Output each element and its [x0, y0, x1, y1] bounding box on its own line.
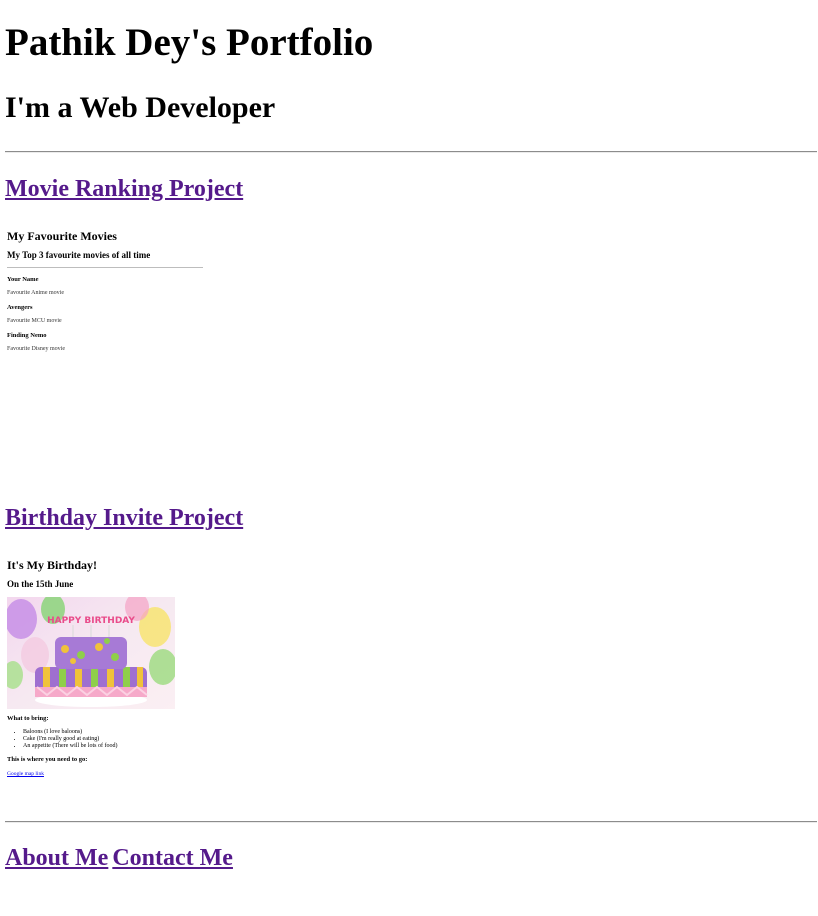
movie-ranking-project-link[interactable]: Movie Ranking Project: [5, 176, 243, 203]
page-title: Pathik Dey's Portfolio: [5, 21, 374, 64]
contact-me-link[interactable]: Contact Me: [112, 845, 233, 871]
birthday-invite-preview: It's My Birthday! On the 15th June HAPPY…: [5, 551, 305, 791]
footer-links: About Me Contact Me: [5, 845, 233, 872]
header-divider: [5, 151, 817, 153]
cake-topper-text: HAPPY BIRTHDAY: [47, 616, 135, 626]
movie-title: Finding Nemo: [7, 332, 47, 339]
what-to-bring-heading: What to bring:: [7, 715, 49, 722]
movie-description: Favourite MCU movie: [7, 318, 62, 324]
birthday-date: On the 15th June: [7, 579, 74, 589]
movie-title: Avengers: [7, 304, 33, 311]
about-me-link[interactable]: About Me: [5, 845, 108, 871]
bring-list-item: Baloons (I love baloons): [23, 729, 117, 736]
movie-ranking-preview: My Favourite Movies My Top 3 favourite m…: [5, 222, 305, 372]
birthday-invite-project-link[interactable]: Birthday Invite Project: [5, 505, 243, 532]
movie-description: Favourite Anime movie: [7, 290, 64, 296]
page-subtitle: I'm a Web Developer: [5, 91, 276, 124]
bring-list-item: An appetite (There will be lots of food): [23, 743, 117, 750]
birthday-heading: It's My Birthday!: [7, 558, 97, 572]
movies-subheading: My Top 3 favourite movies of all time: [7, 250, 151, 260]
bring-list: Baloons (I love baloons) Cake (I'm reall…: [7, 729, 117, 750]
footer-divider: [5, 821, 817, 823]
movie-description: Favourite Disney movie: [7, 346, 65, 352]
google-map-link[interactable]: Google map link: [7, 771, 44, 777]
bring-list-item: Cake (I'm really good at eating): [23, 736, 117, 743]
movies-heading: My Favourite Movies: [7, 229, 117, 243]
location-heading: This is where you need to go:: [7, 756, 88, 763]
birthday-cake-image: HAPPY BIRTHDAY: [7, 597, 175, 709]
movie-title: Your Name: [7, 276, 39, 283]
movies-divider: [7, 267, 203, 268]
